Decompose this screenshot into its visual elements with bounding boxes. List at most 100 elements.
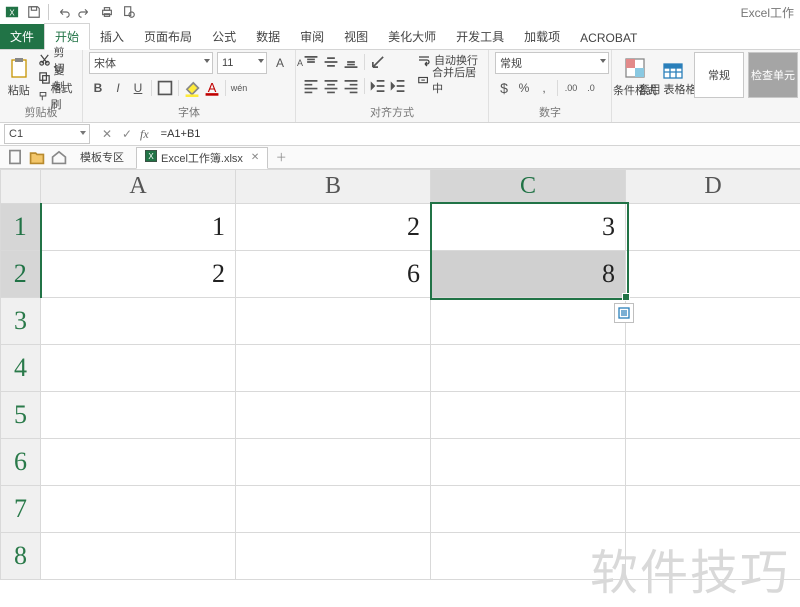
tab-beautify[interactable]: 美化大师 [378, 24, 446, 49]
add-tab-icon[interactable]: ＋ [272, 148, 290, 166]
row-header-3[interactable]: 3 [1, 298, 41, 345]
fx-icon[interactable]: fx [140, 127, 155, 142]
cell[interactable] [626, 298, 800, 345]
cell[interactable] [431, 486, 626, 533]
cell-style-check[interactable]: 检查单元 [748, 52, 798, 98]
cell[interactable] [236, 533, 431, 580]
cell[interactable] [626, 345, 800, 392]
phonetic-button[interactable]: wén [230, 79, 248, 97]
cell[interactable] [41, 298, 236, 345]
decrease-decimal-icon[interactable]: .0 [582, 79, 600, 97]
accounting-format-icon[interactable]: $ [495, 79, 513, 97]
fill-color-button[interactable] [183, 79, 201, 97]
increase-decimal-icon[interactable]: .00 [562, 79, 580, 97]
fill-handle[interactable] [622, 293, 630, 301]
cell[interactable] [431, 439, 626, 486]
cell[interactable] [236, 298, 431, 345]
col-header-A[interactable]: A [41, 170, 236, 204]
percent-format-icon[interactable]: % [515, 79, 533, 97]
new-sheet-icon[interactable] [6, 148, 24, 166]
row-header-5[interactable]: 5 [1, 392, 41, 439]
tab-layout[interactable]: 页面布局 [134, 24, 202, 49]
cell[interactable] [41, 533, 236, 580]
redo-icon[interactable] [77, 4, 93, 20]
cell[interactable] [41, 486, 236, 533]
indent-increase-icon[interactable] [389, 77, 407, 95]
cell[interactable] [626, 392, 800, 439]
cell[interactable] [236, 439, 431, 486]
font-name-dropdown[interactable]: 宋体 [89, 52, 213, 74]
align-left-icon[interactable] [302, 77, 320, 95]
comma-format-icon[interactable]: , [535, 79, 553, 97]
underline-button[interactable]: U [129, 79, 147, 97]
col-header-B[interactable]: B [236, 170, 431, 204]
cancel-icon[interactable]: ✕ [100, 127, 114, 141]
row-header-6[interactable]: 6 [1, 439, 41, 486]
format-as-table-button[interactable]: 套用 表格格式 [656, 52, 690, 102]
col-header-D[interactable]: D [626, 170, 800, 204]
cell[interactable] [626, 203, 800, 251]
cell[interactable] [626, 439, 800, 486]
autofill-options-icon[interactable] [614, 303, 634, 323]
increase-font-icon[interactable]: A [271, 54, 289, 72]
align-top-icon[interactable] [302, 53, 320, 71]
cell[interactable] [431, 533, 626, 580]
number-format-dropdown[interactable]: 常规 [495, 52, 609, 74]
enter-icon[interactable]: ✓ [120, 127, 134, 141]
row-header-7[interactable]: 7 [1, 486, 41, 533]
tab-workbook[interactable]: X Excel工作簿.xlsx ✕ [136, 147, 268, 169]
align-right-icon[interactable] [342, 77, 360, 95]
cell[interactable] [626, 533, 800, 580]
merge-center-button[interactable]: 合并后居中 [415, 72, 482, 88]
row-header-8[interactable]: 8 [1, 533, 41, 580]
undo-icon[interactable] [55, 4, 71, 20]
tab-insert[interactable]: 插入 [90, 24, 134, 49]
cell[interactable] [431, 298, 626, 345]
cell[interactable] [41, 439, 236, 486]
cell[interactable] [626, 251, 800, 298]
row-header-4[interactable]: 4 [1, 345, 41, 392]
cell[interactable] [41, 345, 236, 392]
cell[interactable] [236, 486, 431, 533]
format-painter-button[interactable]: 格式刷 [36, 88, 77, 104]
font-size-dropdown[interactable]: 11 [217, 52, 267, 74]
close-icon[interactable]: ✕ [247, 152, 259, 163]
cell[interactable] [431, 345, 626, 392]
align-bottom-icon[interactable] [342, 53, 360, 71]
formula-input[interactable]: =A1+B1 [155, 128, 800, 140]
tab-file[interactable]: 文件 [0, 24, 44, 49]
cell[interactable] [236, 392, 431, 439]
tab-addins[interactable]: 加载项 [514, 24, 570, 49]
tab-review[interactable]: 审阅 [290, 24, 334, 49]
select-all-corner[interactable] [1, 170, 41, 204]
indent-decrease-icon[interactable] [369, 77, 387, 95]
spreadsheet-grid[interactable]: A B C D 1 1 2 3 2 2 6 8 3 4 5 6 7 8 [0, 169, 800, 580]
open-icon[interactable] [28, 148, 46, 166]
tab-view[interactable]: 视图 [334, 24, 378, 49]
cell[interactable] [236, 345, 431, 392]
cell[interactable]: 2 [41, 251, 236, 298]
align-center-icon[interactable] [322, 77, 340, 95]
row-header-1[interactable]: 1 [1, 203, 41, 251]
cell-style-normal[interactable]: 常规 [694, 52, 744, 98]
tab-acrobat[interactable]: ACROBAT [570, 27, 647, 49]
cell[interactable]: 3 [431, 203, 626, 251]
tab-templates[interactable]: 模板专区 [72, 147, 132, 167]
name-box[interactable]: C1 [4, 124, 90, 144]
print-icon[interactable] [99, 4, 115, 20]
tab-devtools[interactable]: 开发工具 [446, 24, 514, 49]
save-icon[interactable] [26, 4, 42, 20]
home-icon[interactable] [50, 148, 68, 166]
cell[interactable] [626, 486, 800, 533]
tab-data[interactable]: 数据 [246, 24, 290, 49]
tab-formulas[interactable]: 公式 [202, 24, 246, 49]
cell[interactable] [431, 392, 626, 439]
align-middle-icon[interactable] [322, 53, 340, 71]
print-preview-icon[interactable] [121, 4, 137, 20]
orientation-icon[interactable] [369, 53, 387, 71]
bold-button[interactable]: B [89, 79, 107, 97]
border-button[interactable] [156, 79, 174, 97]
italic-button[interactable]: I [109, 79, 127, 97]
col-header-C[interactable]: C [431, 170, 626, 204]
font-color-button[interactable]: A [203, 79, 221, 97]
